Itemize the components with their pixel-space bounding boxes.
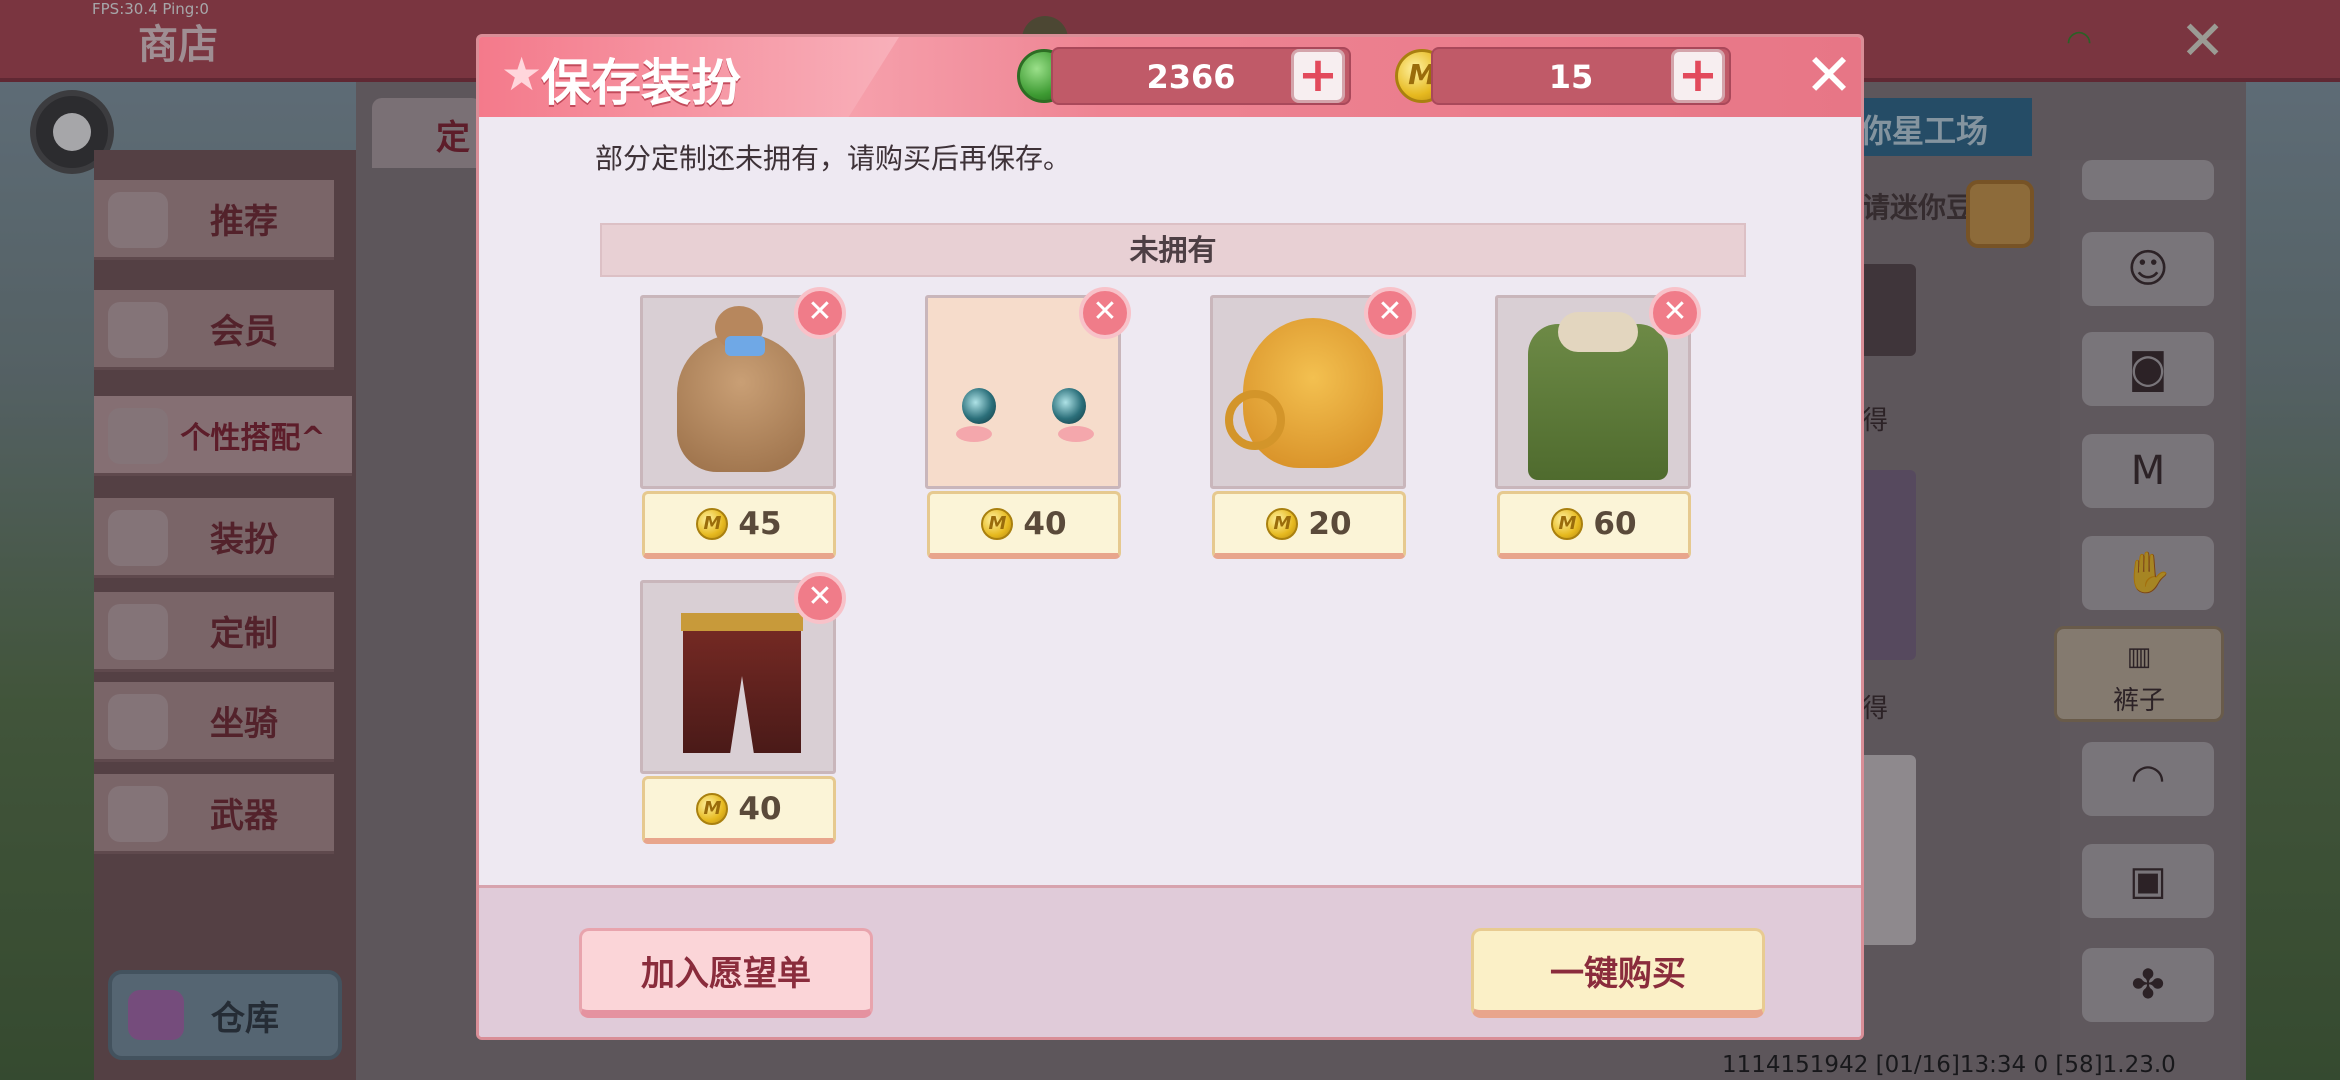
remove-item-button[interactable]: ✕: [794, 287, 846, 339]
coin-icon: M: [1551, 507, 1584, 540]
dialog-title: 保存装扮: [541, 54, 741, 112]
dialog-notice: 部分定制还未拥有，请购买后再保存。: [595, 142, 1072, 175]
item-card-coat[interactable]: M 60 ✕: [1495, 287, 1701, 559]
item-card-pants[interactable]: M 40 ✕: [640, 572, 846, 844]
close-icon[interactable]: ✕: [1801, 45, 1857, 107]
left-eye: [962, 388, 996, 424]
section-header-unowned: 未拥有: [600, 223, 1746, 277]
remove-item-button[interactable]: ✕: [1649, 287, 1701, 339]
star-icon: ★: [501, 47, 543, 101]
left-blush: [956, 426, 992, 442]
pants-shape: [683, 613, 801, 753]
coin-icon: M: [696, 507, 729, 540]
price-tag: M 45: [642, 491, 836, 559]
right-blush: [1058, 426, 1094, 442]
add-gems-button[interactable]: +: [1291, 49, 1345, 103]
coin-icon: M: [981, 507, 1014, 540]
add-to-wishlist-button[interactable]: 加入愿望单: [579, 928, 873, 1018]
remove-item-button[interactable]: ✕: [794, 572, 846, 624]
item-card-face[interactable]: M 40 ✕: [925, 287, 1131, 559]
dog-ring: [1225, 390, 1285, 450]
buy-all-button[interactable]: 一键购买: [1471, 928, 1765, 1018]
hair-bow: [725, 336, 765, 356]
price-tag: M 40: [927, 491, 1121, 559]
save-outfit-dialog: ★ 保存装扮 2366 + M 15 + ✕ 部分定制还未拥有，请购买后再保存。…: [476, 34, 1864, 1040]
right-eye: [1052, 388, 1086, 424]
price-tag: M 20: [1212, 491, 1406, 559]
coin-icon: M: [696, 792, 729, 825]
pants-belt: [681, 613, 803, 631]
remove-item-button[interactable]: ✕: [1364, 287, 1416, 339]
price-tag: M 40: [642, 776, 836, 844]
add-coins-button[interactable]: +: [1671, 49, 1725, 103]
remove-item-button[interactable]: ✕: [1079, 287, 1131, 339]
dialog-footer: 加入愿望单 一键购买: [479, 885, 1861, 1037]
item-card-hair[interactable]: M 45 ✕: [640, 287, 846, 559]
item-card-dog-accessory[interactable]: M 20 ✕: [1210, 287, 1416, 559]
coat-scarf: [1558, 312, 1638, 352]
price-tag: M 60: [1497, 491, 1691, 559]
coin-icon: M: [1266, 507, 1299, 540]
